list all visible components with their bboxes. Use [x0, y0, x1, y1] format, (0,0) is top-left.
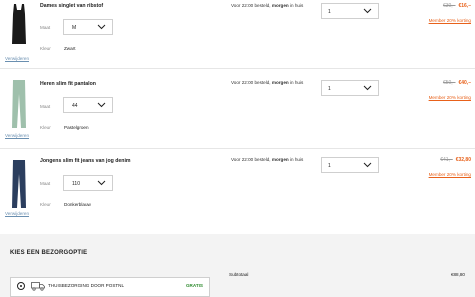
size-label: Maat [40, 104, 51, 109]
size-value: M [72, 25, 77, 31]
member-discount-link[interactable]: Member 20% korting [429, 18, 471, 23]
color-value: Donkerblauw [64, 202, 91, 207]
size-select[interactable]: 44 [63, 97, 113, 113]
quantity-value: 1 [328, 163, 331, 169]
size-select[interactable]: 110 [63, 175, 113, 191]
size-value: 110 [72, 181, 80, 187]
product-name[interactable]: Jongens slim fit jeans van jog denim [40, 158, 131, 164]
color-label: Kleur [40, 125, 51, 130]
shipping-option-price: GRATIS [185, 283, 203, 288]
price: €41,– €32,80 [440, 157, 471, 163]
cart-item: Jongens slim fit jeans van jog denim Maa… [0, 149, 475, 229]
size-value: 44 [72, 103, 78, 109]
old-price: €50,– [442, 80, 456, 86]
remove-link[interactable]: Verwijderen [5, 133, 29, 138]
cart-item: Heren slim fit pantalon Maat 44 Kleur Pa… [0, 69, 475, 149]
product-name[interactable]: Dames singlet van ribstof [40, 3, 103, 9]
member-discount-link[interactable]: Member 20% korting [429, 172, 471, 177]
remove-link[interactable]: Verwijderen [5, 56, 29, 61]
new-price: €16,– [458, 3, 471, 9]
chevron-down-icon [363, 8, 372, 14]
new-price: €40,– [458, 80, 471, 86]
quantity-value: 1 [328, 86, 331, 92]
product-name[interactable]: Heren slim fit pantalon [40, 81, 96, 87]
color-value: Pastelgroen [64, 125, 89, 130]
size-label: Maat [40, 25, 51, 30]
subtotal-value: €88,80 [450, 272, 465, 277]
chevron-down-icon [363, 85, 372, 91]
shipping-heading: KIES EEN BEZORGOPTIE [10, 250, 88, 256]
truck-icon [31, 282, 45, 291]
quantity-value: 1 [328, 9, 331, 15]
subtotal-label: Subtotaal [229, 272, 249, 277]
product-image[interactable] [8, 160, 30, 208]
jeans-shape [12, 160, 26, 208]
size-label: Maat [40, 181, 51, 186]
color-label: Kleur [40, 202, 51, 207]
quantity-select[interactable]: 1 [321, 80, 379, 96]
remove-link[interactable]: Verwijderen [5, 211, 29, 216]
color-value: Zwart [64, 46, 76, 51]
price: €30,– €16,– [443, 3, 471, 9]
singlet-shape [12, 4, 26, 44]
delivery-info: Voor 22:00 besteld, morgen in huis [231, 157, 304, 162]
shipping-option[interactable]: THUISBEZORGING DOOR POSTNL GRATIS [10, 277, 210, 297]
new-price: €32,80 [455, 157, 471, 163]
radio-selected[interactable] [17, 282, 25, 290]
color-label: Kleur [40, 46, 51, 51]
product-image[interactable] [8, 4, 30, 44]
size-select[interactable]: M [63, 19, 113, 35]
quantity-select[interactable]: 1 [321, 3, 379, 19]
chevron-down-icon [97, 180, 106, 186]
old-price: €41,– [440, 157, 453, 163]
old-price: €30,– [442, 3, 456, 9]
cart-item: Dames singlet van ribstof Maat M Kleur Z… [0, 0, 475, 70]
delivery-info: Voor 22:00 besteld, morgen in huis [231, 80, 304, 85]
chevron-down-icon [97, 102, 106, 108]
product-image[interactable] [8, 80, 30, 128]
quantity-select[interactable]: 1 [321, 157, 379, 173]
delivery-info: Voor 22:00 besteld, morgen in huis [231, 3, 304, 8]
shipping-option-label: THUISBEZORGING DOOR POSTNL [48, 283, 125, 288]
price: €50,– €40,– [443, 80, 471, 86]
chevron-down-icon [363, 162, 372, 168]
member-discount-link[interactable]: Member 20% korting [429, 95, 471, 100]
pants-shape [12, 80, 26, 128]
chevron-down-icon [97, 24, 106, 30]
